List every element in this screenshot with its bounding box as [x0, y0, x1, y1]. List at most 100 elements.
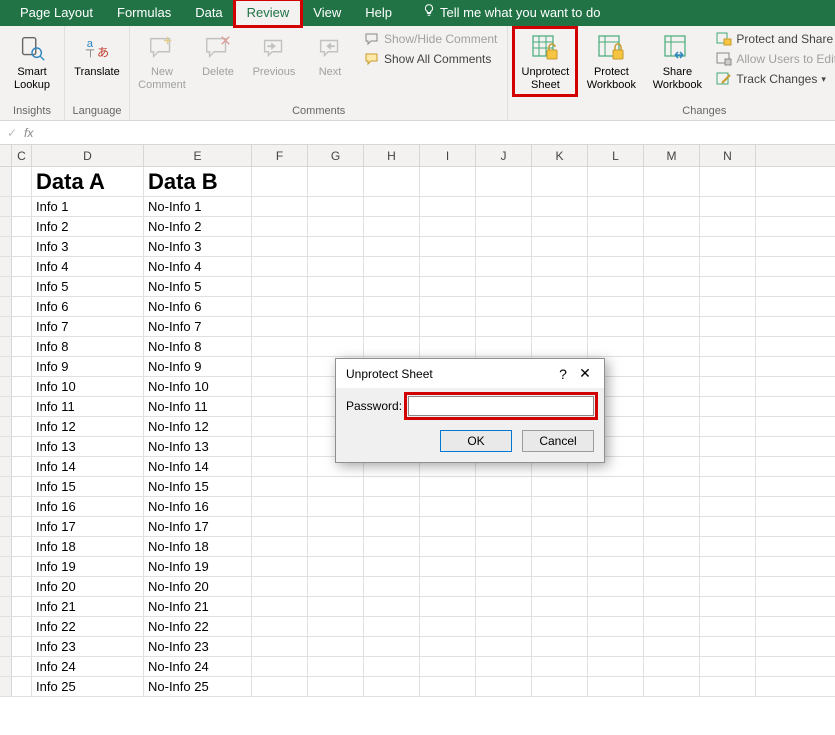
- cell[interactable]: [252, 657, 308, 676]
- next-comment-button[interactable]: Next: [304, 28, 356, 83]
- cell[interactable]: [12, 217, 32, 236]
- cell[interactable]: [532, 657, 588, 676]
- cell[interactable]: [364, 477, 420, 496]
- cell[interactable]: [644, 577, 700, 596]
- cell[interactable]: Info 15: [32, 477, 144, 496]
- cell[interactable]: [420, 337, 476, 356]
- cell[interactable]: [12, 457, 32, 476]
- cell[interactable]: [308, 167, 364, 196]
- cell[interactable]: [308, 677, 364, 696]
- cell[interactable]: Info 11: [32, 397, 144, 416]
- cell[interactable]: [588, 617, 644, 636]
- cell[interactable]: [12, 617, 32, 636]
- cell[interactable]: [252, 477, 308, 496]
- cell[interactable]: Info 1: [32, 197, 144, 216]
- cell[interactable]: [700, 357, 756, 376]
- cell[interactable]: [476, 577, 532, 596]
- cell[interactable]: [252, 197, 308, 216]
- cell[interactable]: [12, 497, 32, 516]
- cell[interactable]: [252, 257, 308, 276]
- cell[interactable]: [364, 217, 420, 236]
- cell[interactable]: No-Info 10: [144, 377, 252, 396]
- cell[interactable]: [700, 617, 756, 636]
- cell[interactable]: [308, 657, 364, 676]
- delete-comment-button[interactable]: Delete: [192, 28, 244, 83]
- cell[interactable]: [252, 517, 308, 536]
- cell[interactable]: [476, 317, 532, 336]
- cell[interactable]: [532, 297, 588, 316]
- dialog-titlebar[interactable]: Unprotect Sheet ? ✕: [336, 359, 604, 388]
- cell[interactable]: [588, 317, 644, 336]
- cell[interactable]: [588, 537, 644, 556]
- col-header[interactable]: M: [644, 145, 700, 166]
- cell[interactable]: [364, 557, 420, 576]
- cell[interactable]: [252, 677, 308, 696]
- cell[interactable]: No-Info 14: [144, 457, 252, 476]
- cell[interactable]: [644, 217, 700, 236]
- col-header[interactable]: I: [420, 145, 476, 166]
- cell[interactable]: No-Info 4: [144, 257, 252, 276]
- cell[interactable]: [252, 417, 308, 436]
- cell[interactable]: [700, 167, 756, 196]
- tab-page-layout[interactable]: Page Layout: [8, 0, 105, 26]
- dialog-close-button[interactable]: ✕: [574, 365, 596, 382]
- cell[interactable]: No-Info 13: [144, 437, 252, 456]
- cell[interactable]: [700, 417, 756, 436]
- cell[interactable]: [644, 337, 700, 356]
- cell[interactable]: Info 21: [32, 597, 144, 616]
- cell[interactable]: [252, 637, 308, 656]
- cell[interactable]: [308, 537, 364, 556]
- cell[interactable]: [364, 637, 420, 656]
- show-all-comments-button[interactable]: Show All Comments: [360, 50, 501, 68]
- cell[interactable]: [476, 557, 532, 576]
- col-header[interactable]: F: [252, 145, 308, 166]
- cell[interactable]: [420, 167, 476, 196]
- cell[interactable]: Info 16: [32, 497, 144, 516]
- cell[interactable]: No-Info 25: [144, 677, 252, 696]
- cell[interactable]: [644, 597, 700, 616]
- cell[interactable]: [12, 397, 32, 416]
- cell[interactable]: Info 25: [32, 677, 144, 696]
- cell[interactable]: [12, 237, 32, 256]
- cell[interactable]: [308, 557, 364, 576]
- cell[interactable]: Info 5: [32, 277, 144, 296]
- cell[interactable]: [700, 297, 756, 316]
- cell[interactable]: [532, 617, 588, 636]
- ok-button[interactable]: OK: [440, 430, 512, 452]
- cell[interactable]: No-Info 17: [144, 517, 252, 536]
- cell[interactable]: [588, 597, 644, 616]
- cell[interactable]: [476, 197, 532, 216]
- cell[interactable]: [12, 297, 32, 316]
- cell[interactable]: [588, 217, 644, 236]
- cell[interactable]: [12, 417, 32, 436]
- cell[interactable]: [476, 277, 532, 296]
- tab-view[interactable]: View: [301, 0, 353, 26]
- cell[interactable]: [700, 557, 756, 576]
- cell[interactable]: [532, 167, 588, 196]
- cell[interactable]: [644, 617, 700, 636]
- cell[interactable]: [12, 477, 32, 496]
- cell[interactable]: [644, 397, 700, 416]
- cell[interactable]: [364, 577, 420, 596]
- cell[interactable]: [252, 377, 308, 396]
- cell[interactable]: [644, 277, 700, 296]
- cell[interactable]: [588, 477, 644, 496]
- cell[interactable]: No-Info 12: [144, 417, 252, 436]
- cell[interactable]: No-Info 21: [144, 597, 252, 616]
- col-header[interactable]: C: [12, 145, 32, 166]
- tab-review[interactable]: Review: [235, 0, 302, 26]
- cell[interactable]: [532, 337, 588, 356]
- formula-cancel-icon[interactable]: ✓: [0, 126, 24, 140]
- tellme-search[interactable]: Tell me what you want to do: [410, 0, 612, 26]
- cell[interactable]: [644, 437, 700, 456]
- cell[interactable]: [476, 237, 532, 256]
- col-header[interactable]: N: [700, 145, 756, 166]
- cell[interactable]: [364, 257, 420, 276]
- cell[interactable]: [252, 617, 308, 636]
- cell[interactable]: [308, 497, 364, 516]
- cell[interactable]: [252, 537, 308, 556]
- cell[interactable]: Info 12: [32, 417, 144, 436]
- cell[interactable]: Info 14: [32, 457, 144, 476]
- cell[interactable]: [12, 257, 32, 276]
- cell[interactable]: [644, 457, 700, 476]
